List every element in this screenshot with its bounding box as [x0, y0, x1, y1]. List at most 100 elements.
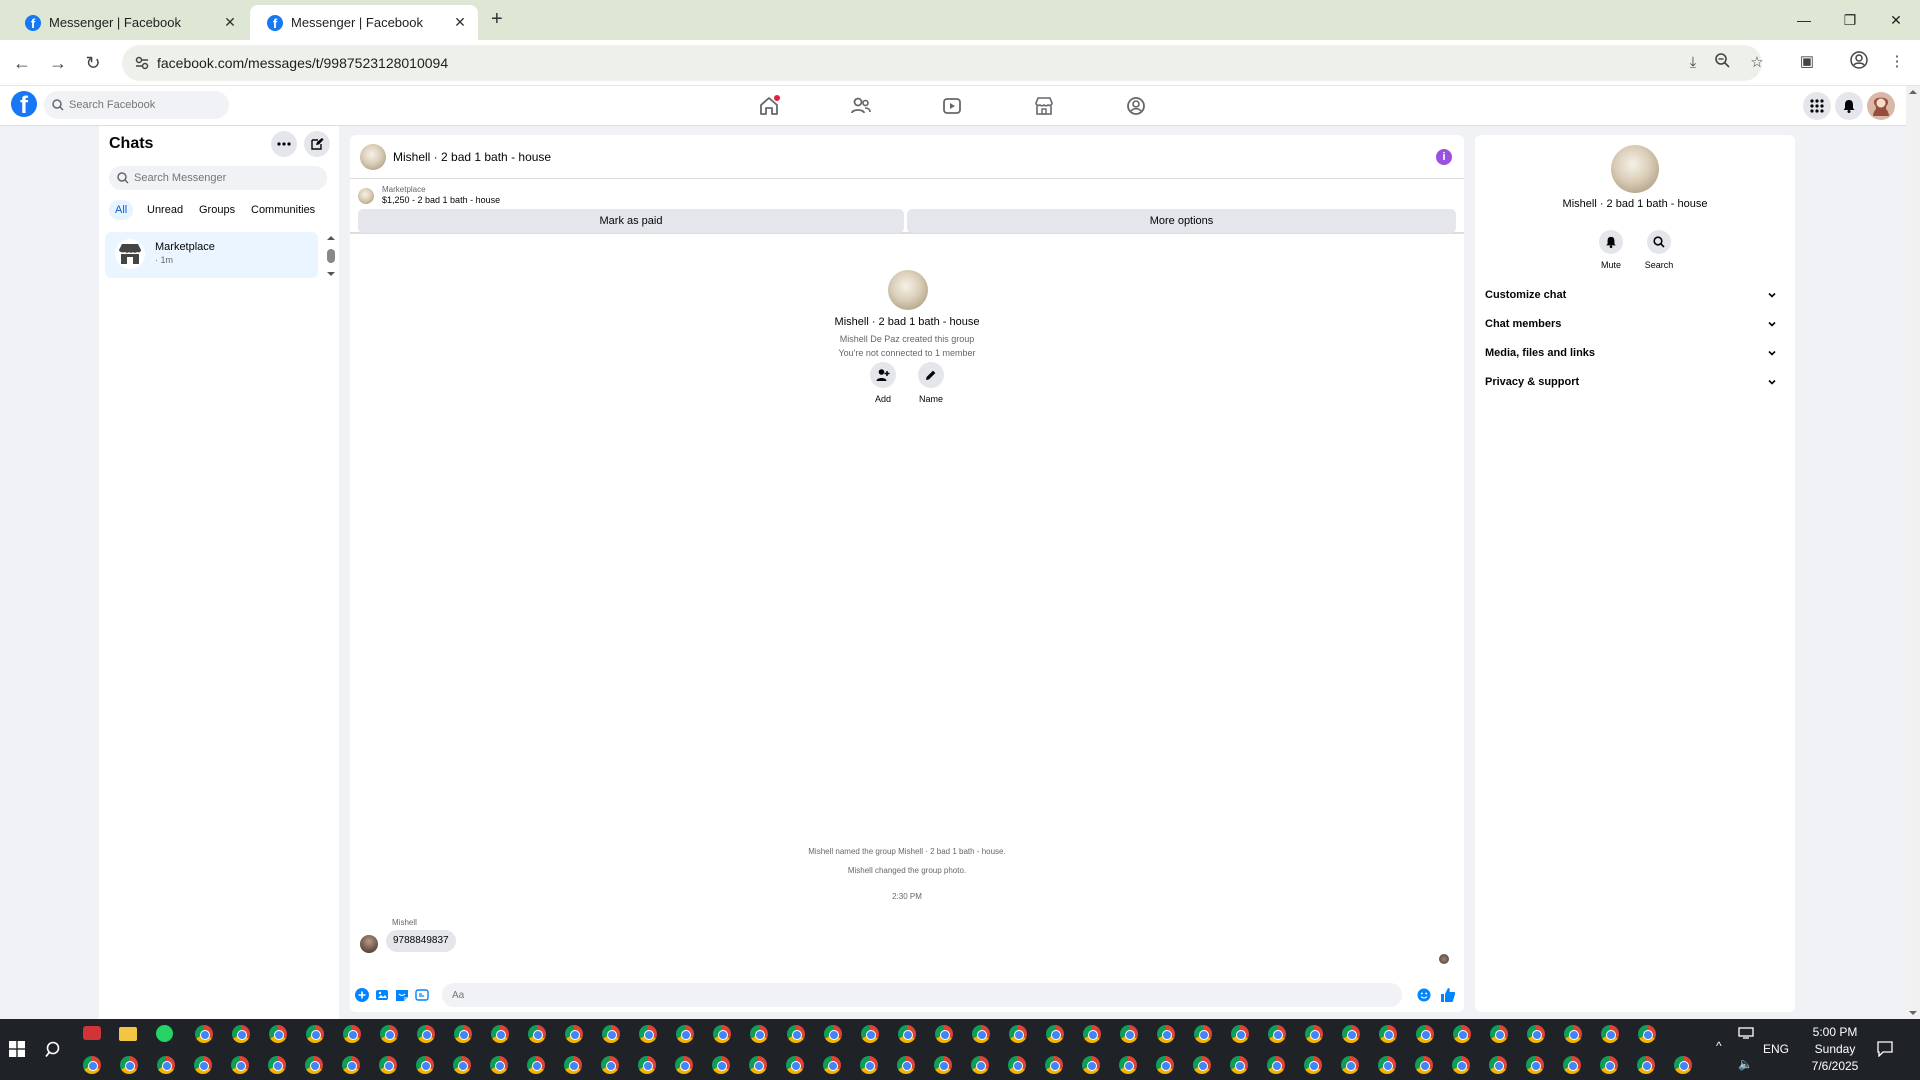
- messenger-search-input[interactable]: [134, 172, 314, 184]
- filter-all[interactable]: All: [109, 200, 134, 220]
- message-bubble[interactable]: 9788849837: [386, 930, 456, 952]
- site-info-icon[interactable]: [134, 55, 150, 71]
- chrome-taskbar-icon[interactable]: [1083, 1025, 1101, 1043]
- chrome-taskbar-icon[interactable]: [1008, 1056, 1026, 1074]
- chrome-taskbar-icon[interactable]: [1601, 1025, 1619, 1043]
- chrome-taskbar-icon[interactable]: [1045, 1056, 1063, 1074]
- home-icon[interactable]: [757, 94, 781, 118]
- record-app-icon[interactable]: [83, 1026, 101, 1040]
- chrome-taskbar-icon[interactable]: [1194, 1025, 1212, 1043]
- chrome-taskbar-icon[interactable]: [1378, 1056, 1396, 1074]
- message-input[interactable]: [442, 983, 1402, 1007]
- chrome-taskbar-icon[interactable]: [120, 1056, 138, 1074]
- emoji-icon[interactable]: [1416, 987, 1432, 1003]
- chrome-taskbar-icon[interactable]: [971, 1056, 989, 1074]
- chrome-taskbar-icon[interactable]: [898, 1025, 916, 1043]
- chrome-taskbar-icon[interactable]: [638, 1056, 656, 1074]
- chrome-taskbar-icon[interactable]: [787, 1025, 805, 1043]
- chat-list-item[interactable]: Marketplace · 1m: [105, 232, 318, 278]
- chrome-taskbar-icon[interactable]: [83, 1056, 101, 1074]
- chrome-taskbar-icon[interactable]: [231, 1056, 249, 1074]
- chrome-taskbar-icon[interactable]: [712, 1056, 730, 1074]
- windows-start-icon[interactable]: [9, 1041, 25, 1057]
- chrome-taskbar-icon[interactable]: [1304, 1056, 1322, 1074]
- chrome-taskbar-icon[interactable]: [416, 1056, 434, 1074]
- info-icon[interactable]: i: [1436, 149, 1452, 165]
- chrome-taskbar-icon[interactable]: [1527, 1025, 1545, 1043]
- customize-chat-section[interactable]: Customize chat: [1485, 285, 1785, 305]
- chrome-taskbar-icon[interactable]: [786, 1056, 804, 1074]
- conversation-title[interactable]: Mishell · 2 bad 1 bath - house: [393, 150, 551, 164]
- chat-members-section[interactable]: Chat members: [1485, 314, 1785, 334]
- filter-unread[interactable]: Unread: [141, 200, 189, 220]
- chrome-taskbar-icon[interactable]: [1526, 1056, 1544, 1074]
- media-files-links-section[interactable]: Media, files and links: [1485, 343, 1785, 363]
- marketplace-icon[interactable]: [1032, 94, 1056, 118]
- browser-menu-icon[interactable]: ⋮: [1886, 51, 1908, 73]
- language-indicator[interactable]: ENG: [1763, 1042, 1789, 1056]
- thumbs-up-icon[interactable]: [1440, 987, 1456, 1003]
- chrome-taskbar-icon[interactable]: [1341, 1056, 1359, 1074]
- show-hidden-icons[interactable]: ^: [1716, 1039, 1722, 1053]
- chrome-taskbar-icon[interactable]: [195, 1025, 213, 1043]
- chrome-taskbar-icon[interactable]: [194, 1056, 212, 1074]
- chrome-taskbar-icon[interactable]: [306, 1025, 324, 1043]
- minimize-icon[interactable]: —: [1792, 8, 1816, 32]
- chrome-taskbar-icon[interactable]: [342, 1056, 360, 1074]
- search-icon[interactable]: [45, 1041, 62, 1058]
- chrome-taskbar-icon[interactable]: [1564, 1025, 1582, 1043]
- chrome-taskbar-icon[interactable]: [601, 1056, 619, 1074]
- menu-grid-icon[interactable]: [1803, 92, 1831, 120]
- group-photo-avatar[interactable]: [360, 144, 386, 170]
- notifications-bell-icon[interactable]: [1835, 92, 1863, 120]
- chrome-taskbar-icon[interactable]: [676, 1025, 694, 1043]
- close-window-icon[interactable]: ✕: [1884, 8, 1908, 32]
- facebook-search[interactable]: [44, 91, 229, 119]
- profile-icon[interactable]: [1850, 51, 1872, 73]
- chrome-taskbar-icon[interactable]: [675, 1056, 693, 1074]
- chrome-taskbar-icon[interactable]: [305, 1056, 323, 1074]
- chrome-taskbar-icon[interactable]: [1638, 1025, 1656, 1043]
- chrome-taskbar-icon[interactable]: [528, 1025, 546, 1043]
- chrome-taskbar-icon[interactable]: [1600, 1056, 1618, 1074]
- chrome-taskbar-icon[interactable]: [935, 1025, 953, 1043]
- chrome-taskbar-icon[interactable]: [1046, 1025, 1064, 1043]
- volume-icon[interactable]: 🔈: [1738, 1057, 1753, 1071]
- chrome-taskbar-icon[interactable]: [268, 1056, 286, 1074]
- browser-tab-active[interactable]: f Messenger | Facebook ✕: [250, 5, 478, 40]
- search-conversation-button[interactable]: [1647, 230, 1671, 254]
- chrome-taskbar-icon[interactable]: [1009, 1025, 1027, 1043]
- chrome-taskbar-icon[interactable]: [1342, 1025, 1360, 1043]
- new-message-icon[interactable]: [304, 131, 330, 157]
- chrome-taskbar-icon[interactable]: [343, 1025, 361, 1043]
- chrome-taskbar-icon[interactable]: [1119, 1056, 1137, 1074]
- chrome-taskbar-icon[interactable]: [527, 1056, 545, 1074]
- photo-icon[interactable]: [374, 987, 390, 1003]
- sender-avatar[interactable]: [360, 935, 378, 953]
- chrome-taskbar-icon[interactable]: [1193, 1056, 1211, 1074]
- chrome-taskbar-icon[interactable]: [1489, 1056, 1507, 1074]
- gif-icon[interactable]: [414, 987, 430, 1003]
- whatsapp-icon[interactable]: [156, 1025, 173, 1042]
- filter-communities[interactable]: Communities: [245, 200, 321, 220]
- chrome-taskbar-icon[interactable]: [379, 1056, 397, 1074]
- chrome-taskbar-icon[interactable]: [897, 1056, 915, 1074]
- chrome-taskbar-icon[interactable]: [232, 1025, 250, 1043]
- notification-center-icon[interactable]: [1877, 1041, 1893, 1057]
- more-options-button[interactable]: More options: [907, 209, 1456, 233]
- chrome-taskbar-icon[interactable]: [1305, 1025, 1323, 1043]
- reload-icon[interactable]: ↻: [81, 51, 105, 75]
- forward-icon[interactable]: →: [46, 51, 70, 75]
- chrome-taskbar-icon[interactable]: [861, 1025, 879, 1043]
- messenger-search[interactable]: [109, 166, 327, 190]
- facebook-logo-icon[interactable]: f: [11, 91, 37, 117]
- chrome-taskbar-icon[interactable]: [1230, 1056, 1248, 1074]
- browser-tab[interactable]: f Messenger | Facebook ✕: [8, 5, 248, 40]
- chrome-taskbar-icon[interactable]: [639, 1025, 657, 1043]
- side-panel-icon[interactable]: ▣: [1796, 51, 1818, 73]
- install-app-icon[interactable]: ⤓: [1682, 52, 1704, 74]
- group-photo-large[interactable]: [888, 270, 928, 310]
- chrome-taskbar-icon[interactable]: [269, 1025, 287, 1043]
- file-explorer-icon[interactable]: [119, 1027, 137, 1041]
- filter-groups[interactable]: Groups: [193, 200, 241, 220]
